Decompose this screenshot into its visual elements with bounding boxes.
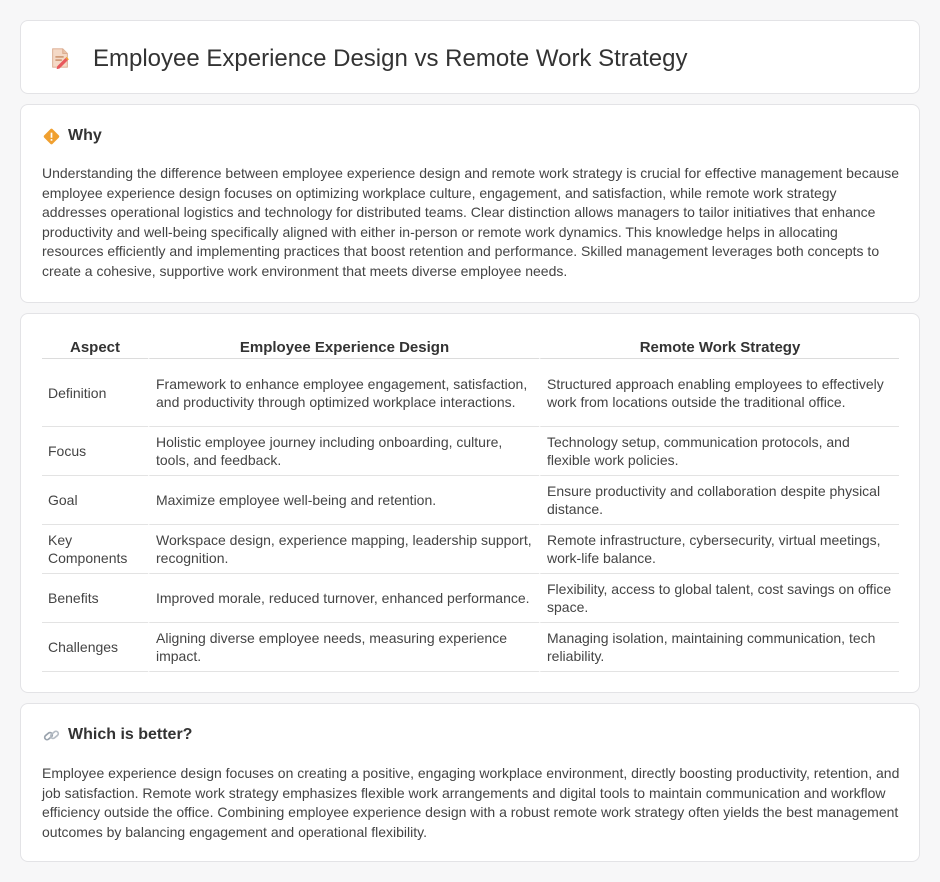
why-heading: Why (68, 127, 102, 144)
link-icon (43, 729, 60, 741)
aspect-cell: Definition (42, 359, 148, 427)
aspect-cell: Challenges (42, 623, 148, 672)
table-row: Focus Holistic employee journey includin… (42, 427, 899, 476)
eed-cell: Aligning diverse employee needs, measuri… (148, 623, 539, 672)
aspect-cell: Goal (42, 476, 148, 525)
better-header: Which is better? (43, 726, 192, 744)
diamond-warning-icon (43, 128, 60, 144)
header-aspect: Aspect (42, 334, 148, 359)
rws-cell: Ensure productivity and collaboration de… (539, 476, 899, 525)
comparison-section: Aspect Employee Experience Design Remote… (20, 313, 920, 693)
why-body: Understanding the difference between emp… (42, 165, 900, 279)
eed-cell: Holistic employee journey including onbo… (148, 427, 539, 476)
why-header: Why (43, 127, 102, 145)
table-header-row: Aspect Employee Experience Design Remote… (42, 334, 899, 359)
header-remote-work-strategy: Remote Work Strategy (539, 334, 899, 359)
table-row: Benefits Improved morale, reduced turnov… (42, 574, 899, 623)
eed-cell: Improved morale, reduced turnover, enhan… (148, 574, 539, 623)
rws-cell: Structured approach enabling employees t… (539, 359, 899, 427)
table-row: Definition Framework to enhance employee… (42, 359, 899, 427)
table-row: Goal Maximize employee well-being and re… (42, 476, 899, 525)
eed-cell: Workspace design, experience mapping, le… (148, 525, 539, 574)
comparison-table: Aspect Employee Experience Design Remote… (42, 334, 899, 672)
table-row: Challenges Aligning diverse employee nee… (42, 623, 899, 672)
aspect-cell: Benefits (42, 574, 148, 623)
eed-cell: Maximize employee well-being and retenti… (148, 476, 539, 525)
page-title: Employee Experience Design vs Remote Wor… (93, 45, 688, 72)
rws-cell: Technology setup, communication protocol… (539, 427, 899, 476)
why-section: Why Understanding the difference between… (20, 104, 920, 303)
rws-cell: Managing isolation, maintaining communic… (539, 623, 899, 672)
rws-cell: Remote infrastructure, cybersecurity, vi… (539, 525, 899, 574)
aspect-cell: Focus (42, 427, 148, 476)
header-employee-experience-design: Employee Experience Design (148, 334, 539, 359)
title-card: Employee Experience Design vs Remote Wor… (20, 20, 920, 94)
aspect-cell: Key Components (42, 525, 148, 574)
rws-cell: Flexibility, access to global talent, co… (539, 574, 899, 623)
document-pencil-icon (52, 48, 69, 69)
table-row: Key Components Workspace design, experie… (42, 525, 899, 574)
better-heading: Which is better? (68, 726, 193, 743)
eed-cell: Framework to enhance employee engagement… (148, 359, 539, 427)
better-body: Employee experience design focuses on cr… (42, 765, 900, 840)
which-is-better-section: Which is better? Employee experience des… (20, 703, 920, 862)
